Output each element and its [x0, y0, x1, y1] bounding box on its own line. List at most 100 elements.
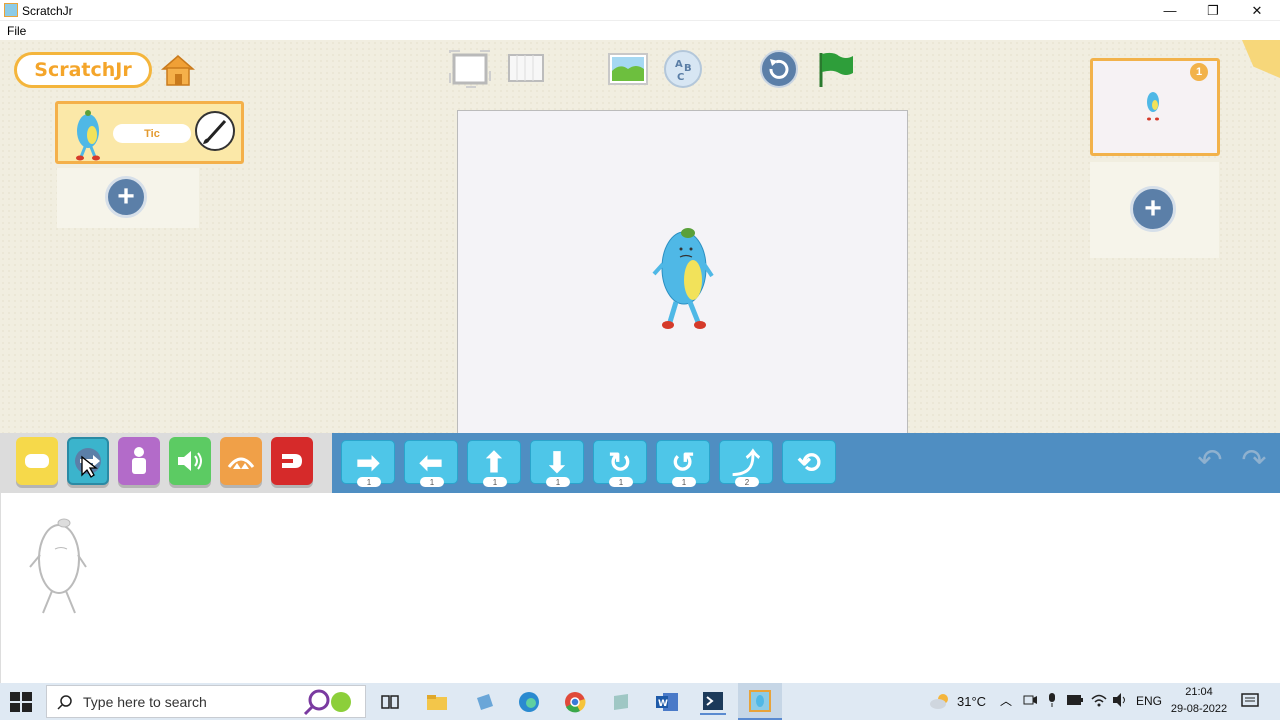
paintbrush-icon — [203, 119, 227, 144]
block-value[interactable]: 1 — [609, 477, 633, 487]
svg-text:B: B — [684, 63, 692, 74]
window-title: ScratchJr — [22, 4, 73, 18]
clock-date[interactable]: 29-08-2022 — [1166, 703, 1232, 715]
title-bar: ScratchJr — ❐ ✕ — [0, 0, 1280, 21]
app-icon-pinned-2[interactable] — [608, 689, 634, 715]
windows-start-button[interactable] — [10, 692, 32, 712]
wifi-icon[interactable] — [1090, 692, 1108, 708]
reset-icon — [760, 50, 798, 88]
block-move-up[interactable]: ⬆ 1 — [467, 440, 521, 487]
block-turn-left[interactable]: ↺ 1 — [656, 440, 710, 487]
scripts-area[interactable] — [0, 493, 1280, 683]
home-button[interactable] — [160, 52, 196, 88]
block-move-left[interactable]: ⬅ 1 — [404, 440, 458, 487]
notifications-icon[interactable] — [1241, 692, 1259, 710]
block-value[interactable]: 1 — [420, 477, 444, 487]
block-value[interactable]: 1 — [357, 477, 381, 487]
close-button[interactable]: ✕ — [1234, 0, 1280, 21]
block-turn-right[interactable]: ↻ 1 — [593, 440, 647, 487]
background-image-icon — [608, 53, 648, 85]
undo-button[interactable]: ↶ — [1192, 442, 1228, 478]
turn-left-icon: ↺ — [671, 446, 695, 478]
volume-icon[interactable] — [1111, 692, 1129, 708]
fullscreen-icon — [449, 50, 491, 88]
stage[interactable] — [457, 110, 908, 433]
minimize-button[interactable]: — — [1147, 0, 1193, 21]
add-page-button[interactable]: + — [1130, 186, 1176, 232]
person-icon — [132, 447, 146, 474]
block-go-home[interactable]: ⟲ — [782, 440, 836, 484]
control-icon — [227, 457, 255, 469]
page-sprite-preview — [1147, 92, 1159, 121]
home-icon — [160, 55, 196, 86]
green-flag-icon — [819, 52, 853, 87]
category-sound[interactable] — [169, 437, 211, 485]
app-icon-pinned[interactable] — [472, 689, 498, 715]
grid-icon — [508, 54, 544, 82]
menu-file[interactable]: File — [7, 24, 26, 38]
block-value[interactable]: 1 — [483, 477, 507, 487]
block-value[interactable]: 2 — [735, 477, 759, 487]
svg-text:C: C — [677, 72, 684, 83]
microphone-icon[interactable] — [1045, 692, 1059, 708]
task-view-icon[interactable] — [377, 689, 403, 715]
scratchjr-logo: ScratchJr — [14, 52, 152, 88]
paint-editor-button[interactable] — [195, 111, 235, 151]
block-move-right[interactable]: ➡ 1 — [341, 440, 395, 487]
block-hop[interactable]: ⤴ 2 — [719, 440, 773, 487]
battery-icon[interactable] — [1066, 693, 1084, 707]
search-icon — [57, 695, 72, 710]
meet-now-icon[interactable] — [1022, 692, 1038, 708]
hop-icon: ⤴ — [731, 448, 760, 479]
block-value[interactable]: 1 — [546, 477, 570, 487]
weather-temperature[interactable]: 31°C — [957, 694, 986, 709]
end-icon — [282, 454, 302, 468]
category-end[interactable] — [271, 437, 313, 485]
move-left-icon: ⬅ — [419, 446, 443, 478]
green-flag-button[interactable] — [813, 49, 857, 89]
word-icon[interactable]: W — [654, 689, 680, 715]
tic-character[interactable] — [648, 224, 718, 336]
category-control[interactable] — [220, 437, 262, 485]
speaker-icon — [178, 451, 202, 471]
scratchjr-taskbar-icon[interactable] — [738, 683, 782, 720]
change-background-button[interactable] — [606, 49, 650, 89]
file-explorer-icon[interactable] — [424, 689, 450, 715]
sprite-name-field[interactable]: Tic — [113, 124, 191, 143]
block-value[interactable]: 1 — [672, 477, 696, 487]
mouse-cursor-icon — [81, 455, 98, 478]
full-screen-button[interactable] — [448, 49, 492, 89]
sprite-ghost-icon — [29, 518, 87, 614]
scratchjr-app-icon — [4, 3, 18, 17]
turn-right-icon: ↻ — [608, 446, 632, 478]
edge-icon[interactable] — [516, 689, 542, 715]
category-looks[interactable] — [118, 437, 160, 485]
abc-text-icon: A B C — [664, 50, 702, 88]
search-highlight-icon — [303, 689, 351, 716]
input-language[interactable]: ENG — [1136, 694, 1162, 708]
grid-toggle-button[interactable] — [506, 49, 550, 89]
trigger-icon — [25, 454, 49, 468]
add-sprite-button[interactable]: + — [105, 176, 147, 218]
block-move-down[interactable]: ⬇ 1 — [530, 440, 584, 487]
terminal-icon[interactable] — [700, 689, 726, 715]
svg-text:A: A — [675, 59, 683, 70]
category-triggering[interactable] — [16, 437, 58, 485]
menu-bar: File — [0, 21, 1280, 40]
clock-time[interactable]: 21:04 — [1170, 686, 1228, 698]
tray-chevron-icon[interactable]: ︿ — [1000, 692, 1012, 709]
weather-icon[interactable] — [928, 691, 952, 711]
move-up-icon: ⬆ — [482, 446, 506, 478]
redo-button[interactable]: ↷ — [1236, 442, 1272, 478]
go-home-icon: ⟲ — [797, 446, 821, 478]
page-number-badge: 1 — [1190, 63, 1208, 81]
chrome-icon[interactable] — [562, 689, 588, 715]
move-down-icon: ⬇ — [545, 446, 569, 478]
move-right-icon: ➡ — [356, 446, 380, 478]
reset-characters-button[interactable] — [757, 49, 801, 89]
add-text-button[interactable]: A B C — [661, 49, 705, 89]
svg-text:W: W — [658, 699, 668, 709]
sprite-thumbnail — [76, 110, 100, 161]
maximize-button[interactable]: ❐ — [1190, 0, 1236, 21]
search-placeholder: Type here to search — [83, 694, 207, 710]
